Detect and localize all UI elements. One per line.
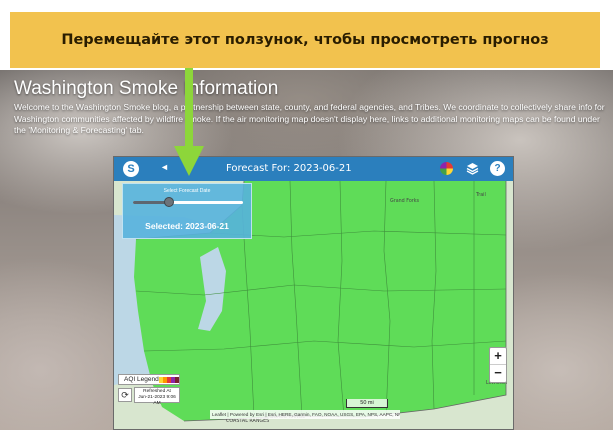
aqi-swatch-5: [175, 377, 179, 383]
help-icon[interactable]: ?: [490, 161, 505, 176]
pointer-arrow-icon: [174, 146, 204, 176]
refreshed-at-box: Refreshed At Jun-21-2023 9:06 AM: [134, 387, 180, 406]
page-intro: Welcome to the Washington Smoke blog, a …: [14, 102, 605, 135]
previous-date-button[interactable]: ◄: [160, 162, 169, 172]
pointer-arrow-shaft: [185, 68, 193, 150]
map-label-coastal-ranges: COASTAL RANGES: [226, 419, 270, 424]
callout-text: Перемещайте этот ползунок, чтобы просмот…: [61, 32, 549, 48]
forecast-date-slider-handle[interactable]: [164, 197, 175, 207]
map-label-trail: Trail: [476, 193, 486, 198]
layers-icon[interactable]: [466, 162, 479, 175]
aqi-legend-label: AQI Legend: [124, 376, 159, 383]
instruction-callout: Перемещайте этот ползунок, чтобы просмот…: [10, 12, 600, 68]
map-attribution[interactable]: Leaflet | Powered by Esri | Esri, HERE, …: [210, 410, 400, 419]
map-scale-bar: 50 mi: [346, 399, 388, 408]
map-label-grand-forks: Grand Forks: [390, 199, 420, 204]
page-title: Washington Smoke Information: [14, 78, 279, 99]
refresh-button[interactable]: ⟳: [118, 388, 132, 402]
forecast-title: Forecast For: 2023-06-21: [226, 163, 352, 174]
forecast-date-panel: Select Forecast Date Selected: 2023-06-2…: [122, 183, 252, 239]
zoom-in-button[interactable]: +: [490, 348, 506, 365]
zoom-out-button[interactable]: −: [490, 365, 506, 382]
selected-date: Selected: 2023-06-21: [145, 221, 229, 231]
page-background: Washington Smoke Information Welcome to …: [0, 70, 613, 430]
slider-label: Select Forecast Date: [163, 188, 211, 194]
refreshed-time: Jun-21-2023 9:06 AM: [138, 395, 176, 406]
aqi-colors-icon[interactable]: [440, 162, 453, 175]
logo-icon[interactable]: S: [123, 161, 139, 177]
zoom-control: + −: [489, 347, 507, 383]
aqi-legend-button[interactable]: AQI Legend: [118, 374, 180, 385]
